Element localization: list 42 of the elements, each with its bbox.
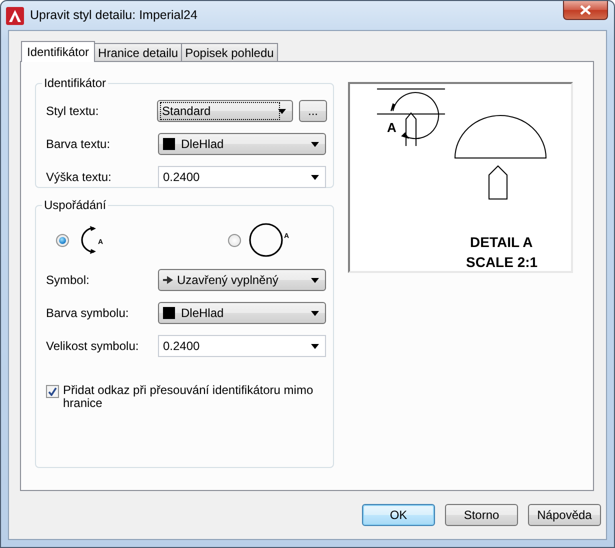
dropdown[interactable]: Standard <box>157 100 293 122</box>
detail-caption: DETAIL A <box>470 234 533 250</box>
dialog-button[interactable]: Nápověda <box>528 504 601 526</box>
detail-caption: SCALE 2:1 <box>466 254 538 270</box>
browse-button[interactable]: ... <box>299 100 327 122</box>
radio-button[interactable] <box>228 234 241 246</box>
dropdown-arrow-icon <box>311 344 319 348</box>
circle-arrows-icon <box>81 226 96 254</box>
field-label: Barva textu: <box>46 137 112 151</box>
field-label: Barva symbolu: <box>46 306 130 320</box>
field-label: Výška textu: <box>46 170 112 184</box>
dialog-button[interactable]: Storno <box>445 504 518 526</box>
dropdown-arrow-icon <box>278 108 286 114</box>
dropdown[interactable]: Uzavřený vyplněný <box>158 269 326 291</box>
input-field[interactable]: 0.2400 <box>158 335 326 357</box>
checkbox-label: Přidat odkaz při přesouvání identifikátoru mimo hranice <box>63 384 314 410</box>
dropdown[interactable]: DleHlad <box>158 133 326 155</box>
field-label: Styl textu: <box>46 104 100 118</box>
group-title: Identifikátor <box>43 76 108 90</box>
close-button[interactable] <box>563 1 608 20</box>
dialog-button[interactable]: OK <box>362 504 435 526</box>
dropdown-arrow-icon <box>311 278 319 282</box>
field-label: Velikost symbolu: <box>46 339 140 353</box>
tab[interactable]: Identifikátor <box>21 41 96 62</box>
dropdown-arrow-icon <box>311 174 319 180</box>
tab[interactable]: Hranice detailu <box>94 43 182 61</box>
window-title: Upravit styl detailu: Imperial24 <box>30 8 198 22</box>
input-field[interactable]: 0.2400 <box>158 166 326 188</box>
radio-button[interactable] <box>56 234 69 246</box>
dropdown-arrow-icon <box>311 310 319 316</box>
circle-icon <box>249 223 283 257</box>
detail-callout-drawing <box>376 88 446 146</box>
detail-letter: A <box>387 120 396 135</box>
app-logo-icon <box>6 7 24 25</box>
checkbox[interactable] <box>46 385 59 398</box>
field-label: Symbol: <box>46 273 90 287</box>
tab[interactable]: Popisek pohledu <box>181 43 278 61</box>
dropdown[interactable]: DleHlad <box>158 302 326 324</box>
group-title: Uspořádání <box>43 198 108 212</box>
dropdown-arrow-icon <box>311 142 319 146</box>
arrowhead-icon <box>163 276 173 284</box>
close-icon <box>580 5 591 15</box>
